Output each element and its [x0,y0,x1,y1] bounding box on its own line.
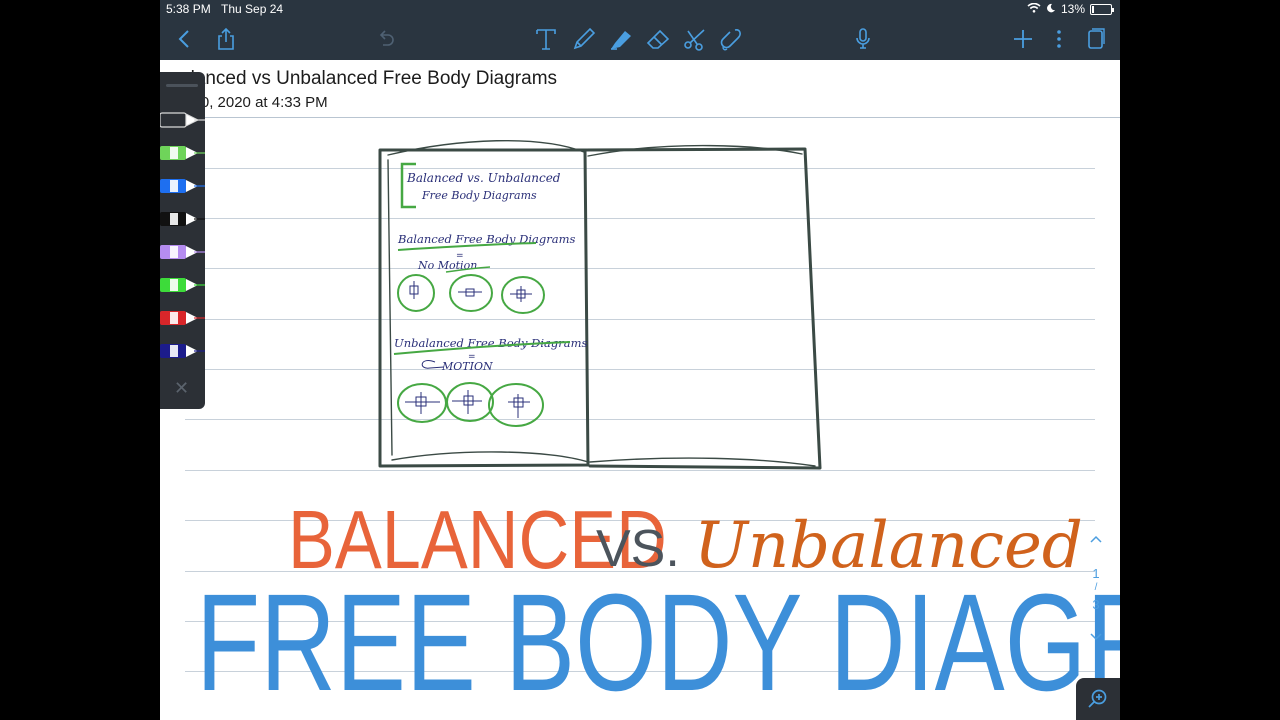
book-title-line2: Free Body Diagrams [421,189,537,202]
motion-scribble [421,360,445,369]
page-down-chevron-icon[interactable] [1088,630,1104,645]
red-pen[interactable] [160,307,205,329]
motion-label: MOTION [441,360,493,373]
page-current: 1 [1092,566,1100,581]
page-up-chevron-icon[interactable] [1088,532,1104,547]
balanced-fbd-arrows [409,281,532,302]
balanced-heading: Balanced Free Body Diagrams [397,232,576,246]
close-icon[interactable]: ✕ [174,378,189,399]
magnifier-icon [1088,689,1107,708]
purple-pen[interactable] [160,241,205,263]
bright-green-pen[interactable] [160,274,205,296]
pen-tray: ✕ [160,72,205,409]
page-total: 3 [1092,597,1100,612]
notes-app-screen: 5:38 PM Thu Sep 24 13% alanced vs Unbala… [160,0,1120,720]
green-pen[interactable] [160,142,205,164]
navy-pen[interactable] [160,340,205,362]
tray-handle[interactable] [166,84,198,87]
zoom-button[interactable] [1076,678,1120,720]
book-title-line1: Balanced vs. Unbalanced [406,171,561,185]
page-separator: / [1094,582,1098,593]
pencil-tool[interactable] [160,109,205,131]
unbalanced-fbd-arrows [405,390,530,418]
note-canvas[interactable]: Balanced vs. Unbalanced Free Body Diagra… [160,0,1120,720]
no-motion-label: No Motion [417,259,477,272]
blue-pen[interactable] [160,175,205,197]
black-pen[interactable] [160,208,205,230]
overlay-title: FREE BODY DIAGRAMS [196,566,1120,720]
